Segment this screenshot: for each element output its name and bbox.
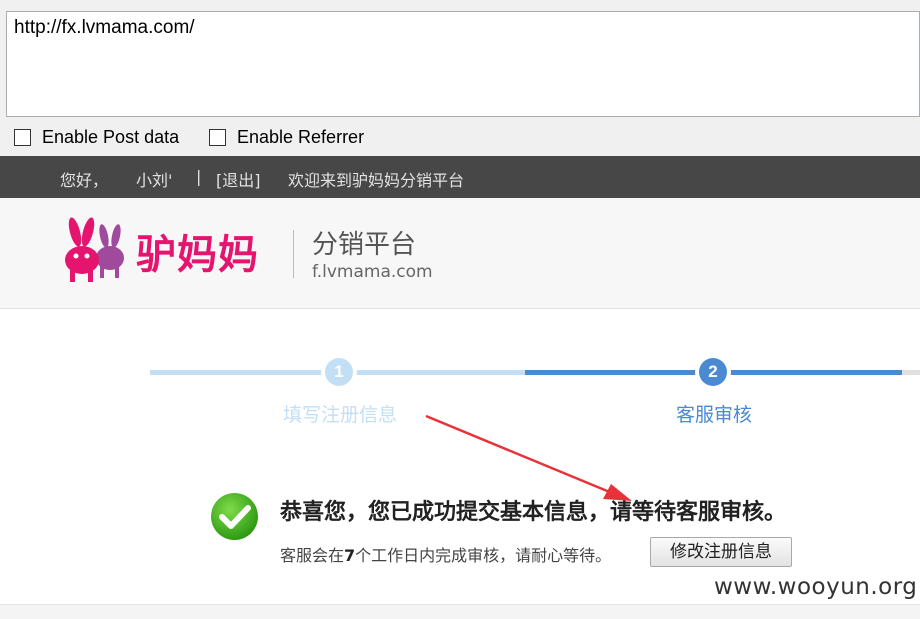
username-link[interactable]: 小刘'	[136, 167, 172, 191]
site-header: 驴妈妈 分销平台 f.lvmama.com	[0, 198, 920, 309]
checkbox-box[interactable]	[209, 128, 226, 146]
desc-suffix: 个工作日内完成审核，请耐心等待。	[355, 546, 612, 565]
enable-post-data-label: Enable Post data	[42, 126, 180, 147]
modify-registration-button[interactable]: 修改注册信息	[650, 537, 792, 567]
separator: |	[196, 167, 202, 186]
enable-post-data-checkbox[interactable]: Enable Post data	[14, 125, 179, 149]
enable-referrer-label: Enable Referrer	[237, 126, 365, 147]
top-user-bar: 您好， 小刘' | [退出] 欢迎来到驴妈妈分销平台	[0, 156, 920, 198]
checkbox-box[interactable]	[14, 128, 31, 146]
step-3-track	[902, 370, 920, 375]
greeting-text: 您好，	[60, 171, 109, 190]
welcome-text: 欢迎来到驴妈妈分销平台	[288, 171, 465, 190]
platform-domain: f.lvmama.com	[312, 262, 433, 282]
step-2-label: 客服审核	[676, 404, 753, 426]
success-title: 恭喜您，您已成功提交基本信息，请等待客服审核。	[280, 499, 787, 525]
desc-prefix: 客服会在	[280, 546, 345, 565]
lvmama-logo[interactable]: 驴妈妈	[60, 216, 280, 286]
logo-wordmark: 驴妈妈	[136, 232, 259, 278]
url-text: http://fx.lvmama.com/	[14, 17, 195, 38]
step-2-number: 2	[699, 358, 727, 386]
platform-title: 分销平台	[312, 230, 417, 260]
page-bottom-strip	[0, 604, 920, 619]
success-description: 客服会在7个工作日内完成审核，请耐心等待。	[280, 542, 611, 566]
logout-link[interactable]: [退出]	[216, 167, 261, 191]
header-divider	[293, 230, 294, 278]
enable-referrer-checkbox[interactable]: Enable Referrer	[209, 125, 364, 149]
step-1-label: 填写注册信息	[283, 404, 398, 426]
donkey-mascot-icon	[65, 217, 124, 282]
watermark-text: www.wooyun.org	[714, 574, 918, 600]
request-tool-panel: http://fx.lvmama.com/ Enable Post data E…	[0, 0, 920, 156]
success-check-icon	[211, 493, 258, 540]
review-days: 7	[344, 546, 356, 565]
url-textarea[interactable]: http://fx.lvmama.com/	[6, 11, 920, 117]
step-1-number: 1	[325, 358, 353, 386]
